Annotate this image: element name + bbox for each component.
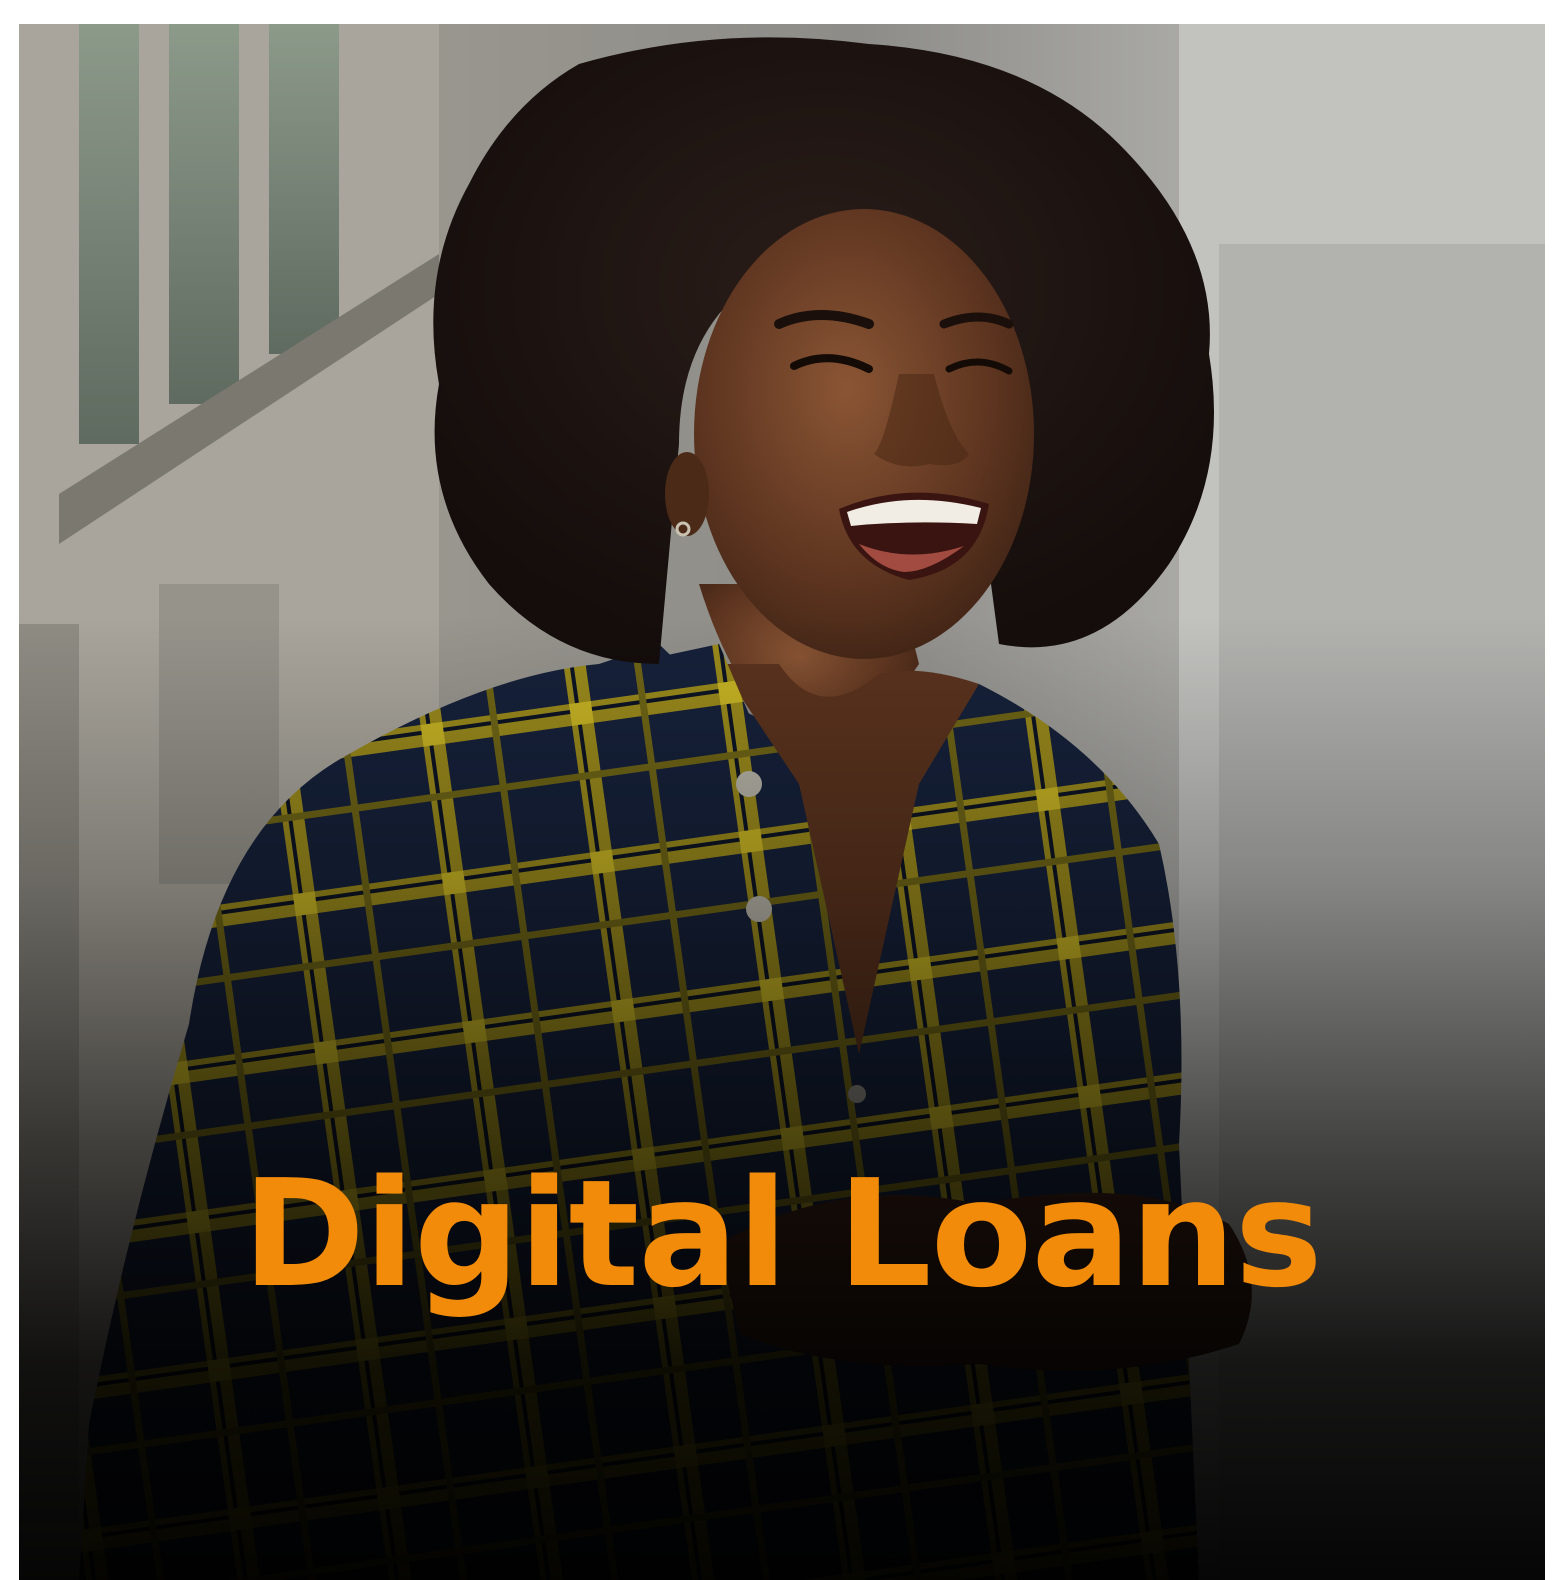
card-title: Digital Loans — [242, 1148, 1322, 1320]
page-frame: Digital Loans — [0, 0, 1557, 1580]
bottom-gradient-overlay — [19, 24, 1545, 1580]
digital-loans-card[interactable]: Digital Loans — [19, 24, 1545, 1580]
